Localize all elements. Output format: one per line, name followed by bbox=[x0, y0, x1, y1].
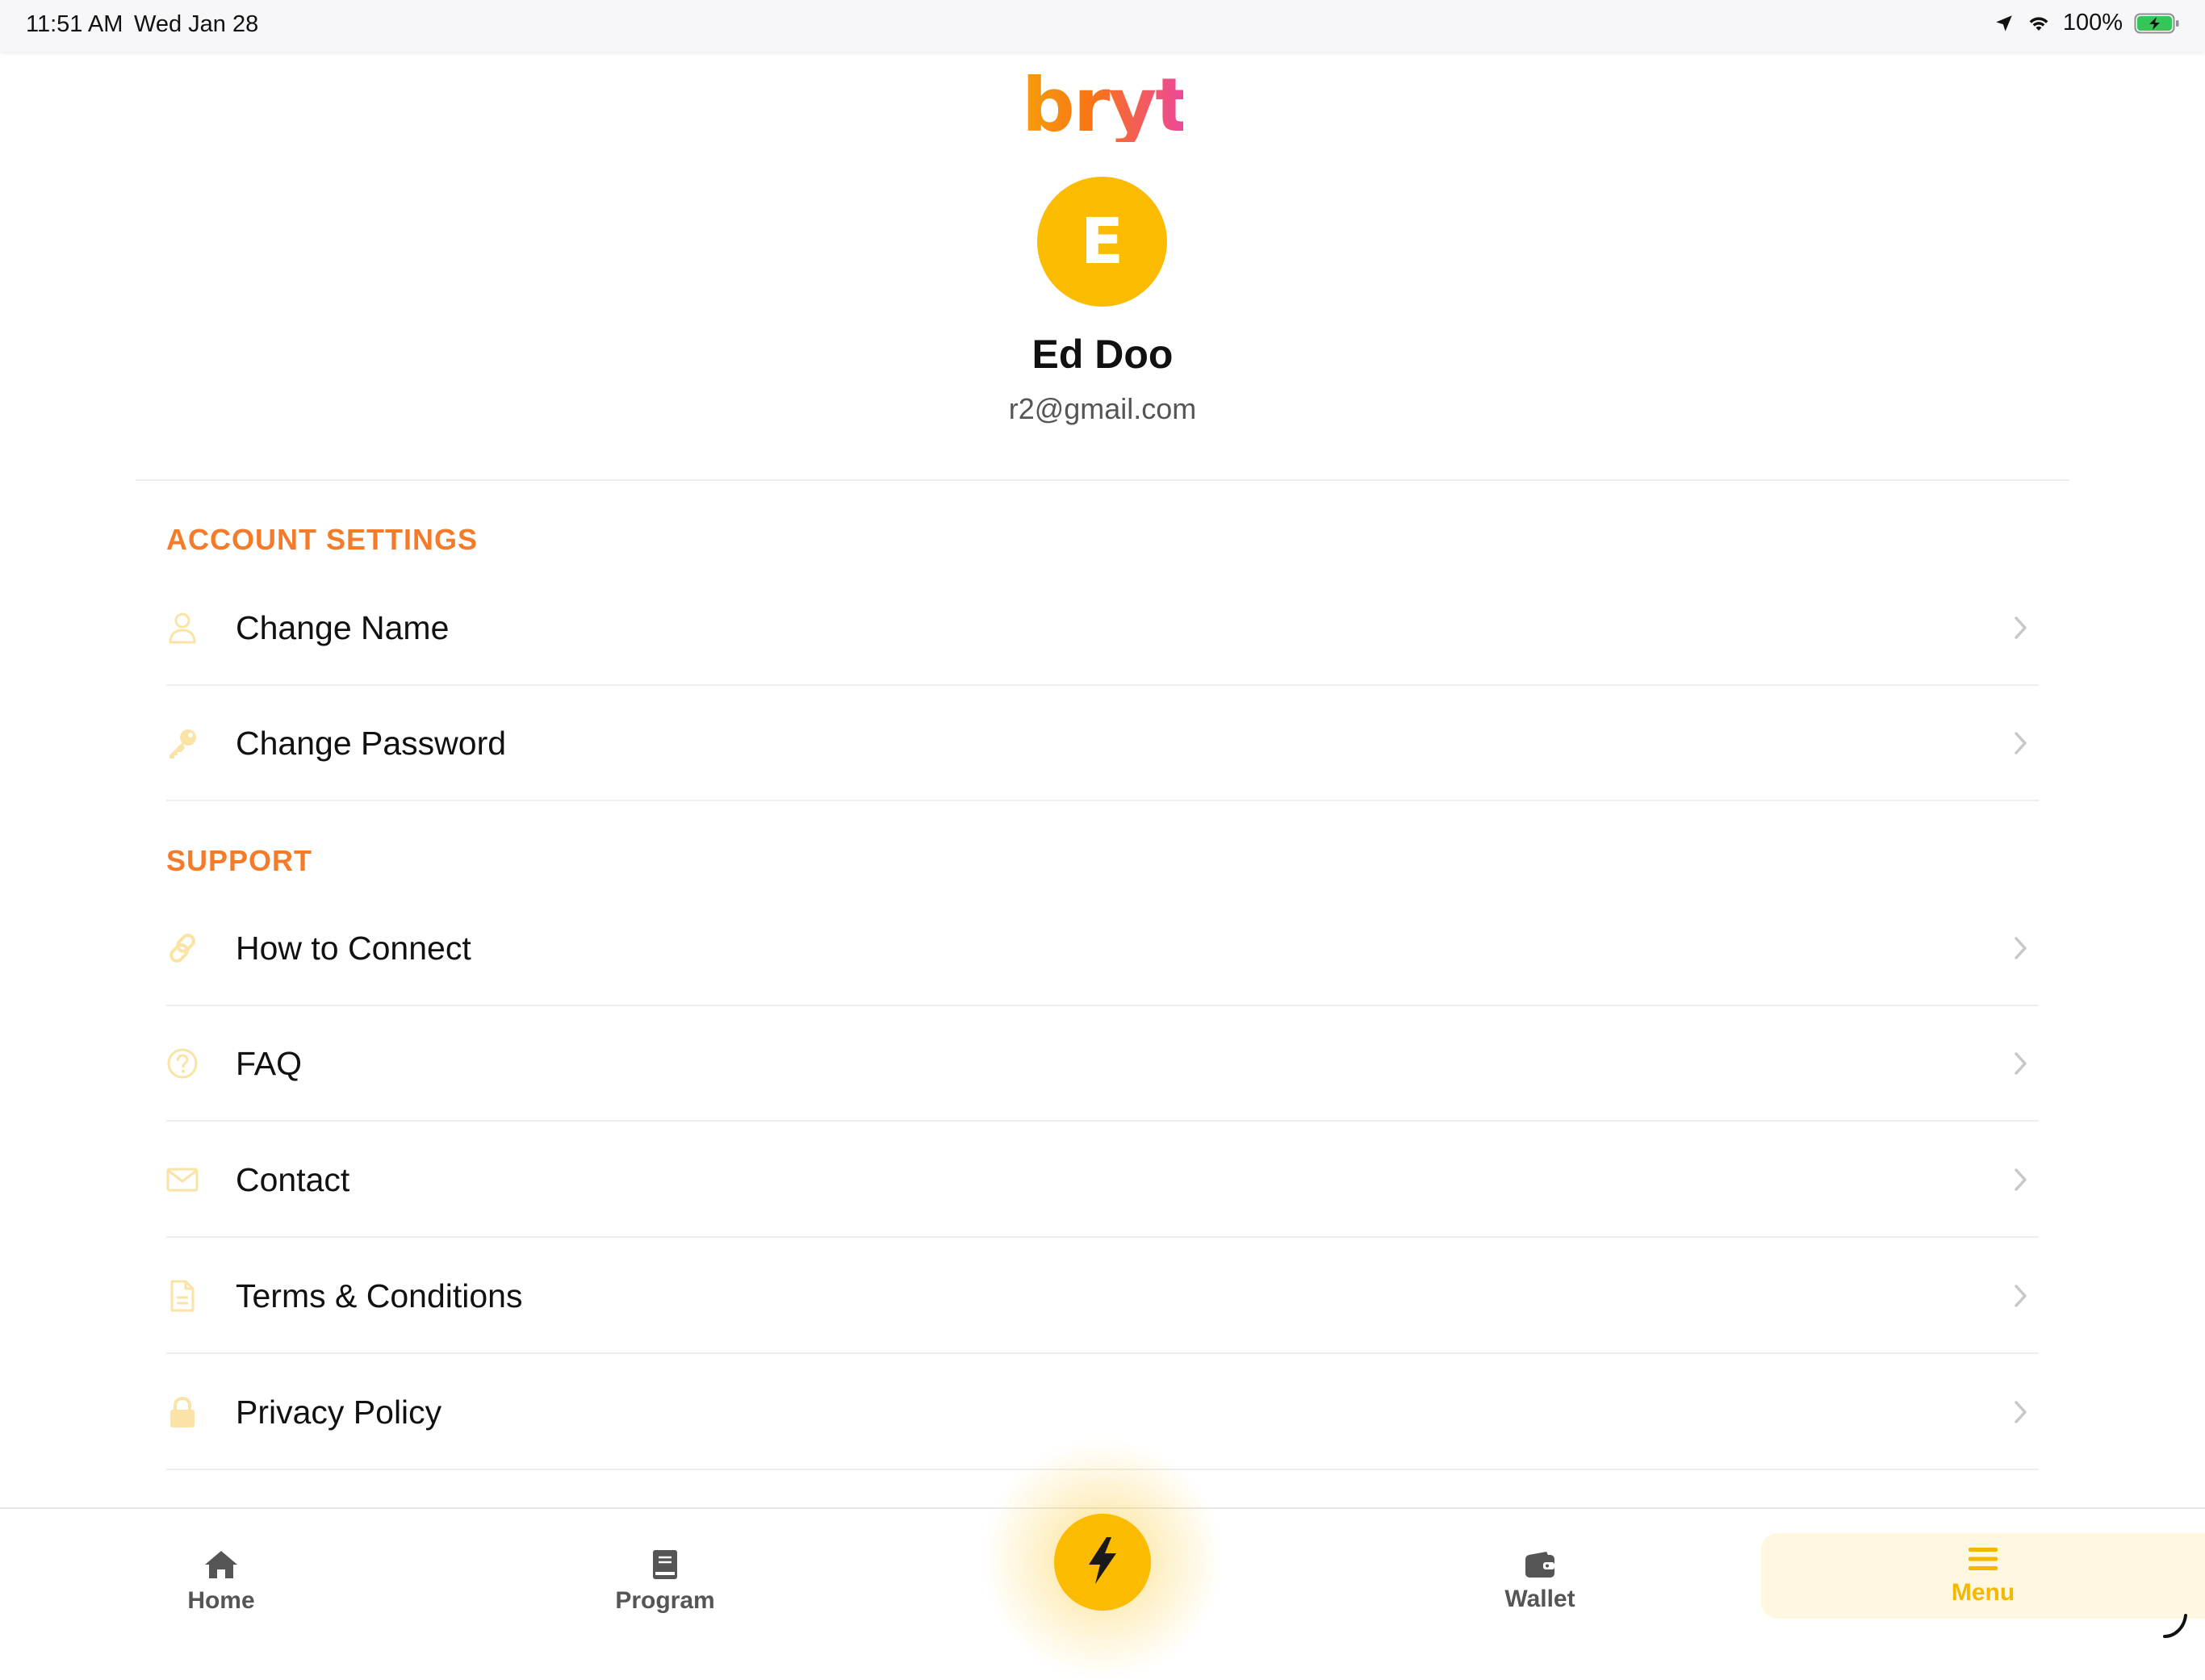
logo-text: brytr bbox=[1022, 62, 1226, 148]
brytr-logo: brytr bbox=[1022, 62, 1226, 148]
home-icon bbox=[203, 1548, 240, 1581]
menu-item-change-password[interactable]: Change Password bbox=[166, 687, 2039, 801]
menu-item-label: How to Connect bbox=[236, 929, 471, 967]
link-icon bbox=[166, 932, 199, 964]
avatar-letter: E bbox=[1080, 205, 1124, 278]
menu-item-change-name[interactable]: Change Name bbox=[166, 571, 2039, 686]
chevron-right-icon bbox=[2011, 1280, 2031, 1312]
section-header-support: SUPPORT bbox=[166, 844, 313, 877]
menu-item-label: Contact bbox=[236, 1160, 350, 1198]
chevron-right-icon bbox=[2011, 612, 2031, 644]
chevron-right-icon bbox=[2011, 932, 2031, 964]
lock-icon bbox=[166, 1396, 199, 1428]
charge-button[interactable] bbox=[1054, 1514, 1151, 1611]
book-icon bbox=[651, 1548, 680, 1581]
hamburger-menu-icon bbox=[1967, 1545, 1999, 1573]
tab-wallet-label: Wallet bbox=[1504, 1586, 1575, 1612]
tab-program[interactable]: Program bbox=[584, 1509, 746, 1654]
battery-charging-icon bbox=[2134, 12, 2181, 35]
tab-home-label: Home bbox=[187, 1587, 255, 1614]
tab-menu[interactable]: Menu bbox=[1761, 1533, 2205, 1619]
tab-wallet[interactable]: Wallet bbox=[1459, 1509, 1621, 1654]
question-circle-icon bbox=[166, 1047, 199, 1080]
wifi-icon bbox=[2026, 13, 2052, 34]
menu-item-faq[interactable]: FAQ bbox=[166, 1007, 2039, 1122]
key-icon bbox=[166, 727, 199, 759]
user-icon bbox=[166, 612, 199, 644]
document-icon bbox=[166, 1280, 199, 1312]
menu-item-terms-conditions[interactable]: Terms & Conditions bbox=[166, 1239, 2039, 1354]
menu-item-label: Change Password bbox=[236, 724, 507, 762]
battery-percent: 100% bbox=[2062, 10, 2123, 36]
chevron-right-icon bbox=[2011, 1047, 2031, 1080]
location-arrow-icon bbox=[1994, 13, 2015, 34]
profile-divider bbox=[136, 479, 2069, 481]
wallet-icon bbox=[1524, 1550, 1556, 1579]
tab-program-label: Program bbox=[615, 1587, 715, 1614]
status-bar: 11:51 AM Wed Jan 28 100% bbox=[0, 0, 2205, 52]
menu-item-label: FAQ bbox=[236, 1044, 303, 1082]
section-header-account-settings: ACCOUNT SETTINGS bbox=[166, 523, 479, 556]
status-time: 11:51 AM bbox=[26, 11, 123, 37]
envelope-icon bbox=[166, 1164, 199, 1196]
menu-item-contact[interactable]: Contact bbox=[166, 1123, 2039, 1238]
user-name: Ed Doo bbox=[1031, 332, 1174, 377]
corner-gesture-icon bbox=[2160, 1609, 2192, 1641]
menu-item-label: Terms & Conditions bbox=[236, 1277, 523, 1314]
chevron-right-icon bbox=[2011, 1396, 2031, 1428]
status-date: Wed Jan 28 bbox=[134, 11, 259, 37]
chevron-right-icon bbox=[2011, 1164, 2031, 1196]
menu-item-label: Privacy Policy bbox=[236, 1393, 442, 1431]
menu-item-how-to-connect[interactable]: How to Connect bbox=[166, 892, 2039, 1006]
tab-home[interactable]: Home bbox=[140, 1509, 302, 1654]
chevron-right-icon bbox=[2011, 727, 2031, 759]
lightning-bolt-icon bbox=[1084, 1536, 1121, 1590]
tab-menu-label: Menu bbox=[1951, 1579, 2015, 1606]
menu-item-label: Change Name bbox=[236, 608, 450, 646]
avatar: E bbox=[1037, 177, 1167, 307]
user-email: r2@gmail.com bbox=[1008, 392, 1197, 425]
status-indicators: 100% bbox=[1994, 10, 2181, 36]
